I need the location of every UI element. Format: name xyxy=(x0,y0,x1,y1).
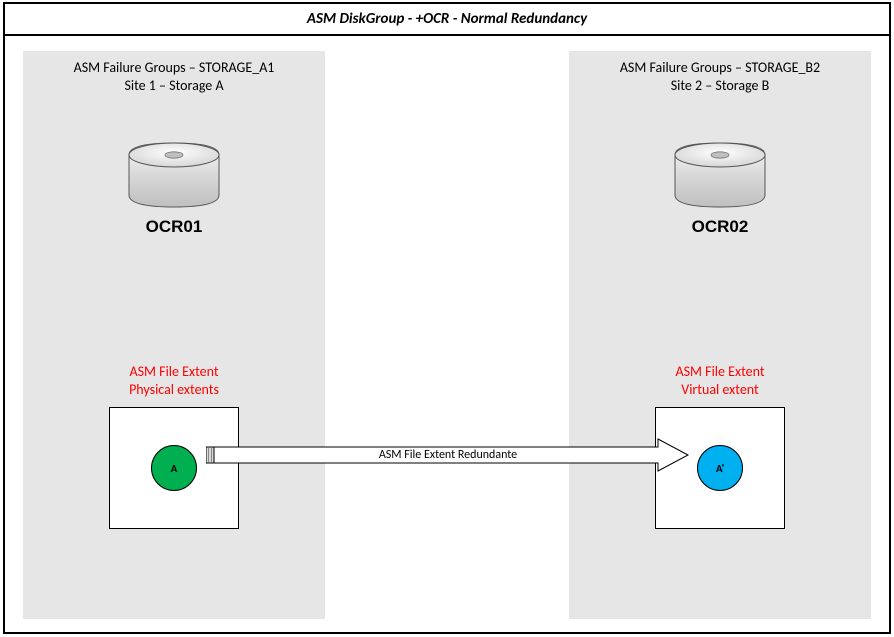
failure-group-right-line1: ASM Failure Groups – STORAGE_B2 xyxy=(569,59,871,77)
failure-group-left-line1: ASM Failure Groups – STORAGE_A1 xyxy=(23,59,325,77)
extent-left-line2: Physical extents xyxy=(23,381,325,399)
disk-right-label: OCR02 xyxy=(671,217,769,237)
extent-left-line1: ASM File Extent xyxy=(23,363,325,381)
virtual-extent-letter: A' xyxy=(716,462,724,475)
diagram-frame: ASM DiskGroup - +OCR - Normal Redundancy… xyxy=(3,2,891,634)
extent-left-label: ASM File Extent Physical extents xyxy=(23,363,325,399)
redundancy-arrow: ASM File Extent Redundante xyxy=(206,438,690,472)
diagram-title: ASM DiskGroup - +OCR - Normal Redundancy xyxy=(5,4,889,36)
arrow-icon xyxy=(206,438,690,472)
failure-group-right-line2: Site 2 – Storage B xyxy=(569,77,871,95)
disk-icon xyxy=(125,139,223,211)
physical-extent-circle: A xyxy=(151,445,197,491)
extent-right-line1: ASM File Extent xyxy=(569,363,871,381)
disk-left: OCR01 xyxy=(125,139,223,237)
disk-icon xyxy=(671,139,769,211)
disk-left-label: OCR01 xyxy=(125,217,223,237)
extent-right-label: ASM File Extent Virtual extent xyxy=(569,363,871,399)
extent-right-line2: Virtual extent xyxy=(569,381,871,399)
disk-right: OCR02 xyxy=(671,139,769,237)
failure-group-right: ASM Failure Groups – STORAGE_B2 Site 2 –… xyxy=(569,51,871,619)
failure-group-left-line2: Site 1 – Storage A xyxy=(23,77,325,95)
failure-group-left: ASM Failure Groups – STORAGE_A1 Site 1 –… xyxy=(23,51,325,619)
physical-extent-letter: A xyxy=(171,462,178,475)
virtual-extent-circle: A' xyxy=(697,445,743,491)
diagram-content: ASM Failure Groups – STORAGE_A1 Site 1 –… xyxy=(5,36,889,632)
failure-group-right-header: ASM Failure Groups – STORAGE_B2 Site 2 –… xyxy=(569,59,871,95)
failure-group-left-header: ASM Failure Groups – STORAGE_A1 Site 1 –… xyxy=(23,59,325,95)
